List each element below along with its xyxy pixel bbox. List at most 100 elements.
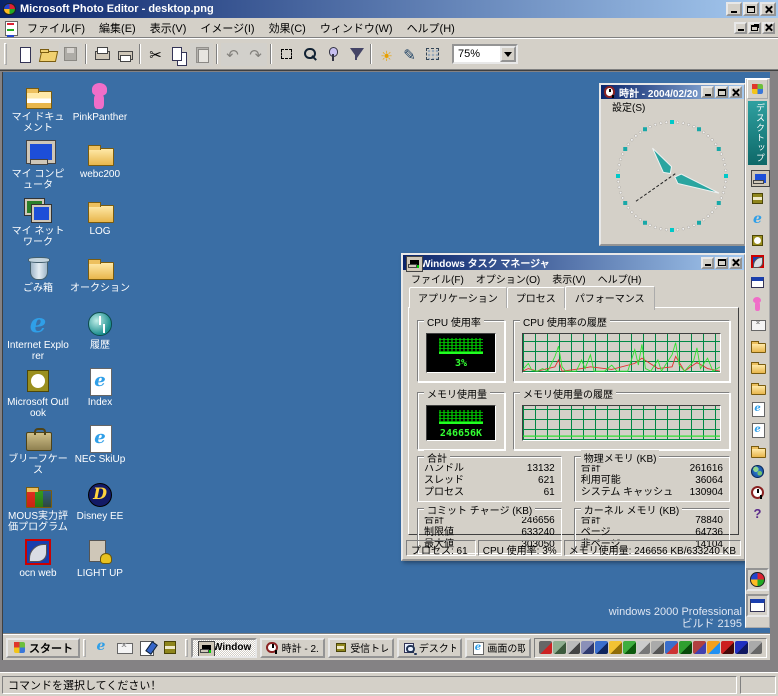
task-button-2[interactable]: 受信トレイ..	[328, 638, 394, 658]
zoom-button[interactable]	[298, 43, 321, 66]
menu-item-1[interactable]: 編集(E)	[92, 18, 143, 38]
scan-button[interactable]	[113, 43, 136, 66]
tm-menu-item-0[interactable]: ファイル(F)	[405, 269, 470, 288]
desktop-toolbar-bottom-pedit[interactable]	[746, 568, 769, 591]
taskbar-separator[interactable]	[185, 639, 188, 657]
tray-n-app-icon[interactable]	[735, 641, 748, 654]
desktop-toolbar-item-inbox[interactable]	[747, 188, 768, 209]
tab-2[interactable]: パフォーマンス	[565, 286, 655, 310]
tray-pc-icon[interactable]	[749, 641, 762, 654]
desktop-icon-history[interactable]: 履歴	[69, 310, 131, 367]
clock-menu-settings[interactable]: 設定(S)	[605, 97, 652, 116]
desktop-icon-iedoc[interactable]: NEC SkiUp	[69, 424, 131, 481]
tray-monitor-icon[interactable]	[693, 641, 706, 654]
mdi-close-button[interactable]	[762, 22, 775, 34]
document-icon[interactable]	[3, 20, 18, 35]
desktop-icon-satellite[interactable]: ocn web	[7, 538, 69, 595]
menu-item-2[interactable]: 表示(V)	[143, 18, 194, 38]
tray-scheduler-icon[interactable]	[637, 641, 650, 654]
balance-button[interactable]	[375, 43, 398, 66]
tray-user-icon[interactable]	[665, 641, 678, 654]
desktop-toolbar-item-satellite[interactable]	[747, 251, 768, 272]
tray-color-app-icon[interactable]	[707, 641, 720, 654]
redo-button[interactable]	[244, 43, 267, 66]
desktop-toolbar-title[interactable]: デスクトップ	[748, 101, 767, 165]
mdi-minimize-button[interactable]	[734, 22, 747, 34]
desktop-icon-recycle[interactable]: ごみ箱	[7, 253, 69, 310]
toolbar-grip[interactable]	[4, 43, 7, 65]
menu-item-6[interactable]: ヘルプ(H)	[400, 18, 462, 38]
task-button-1[interactable]: 時計 - 2..	[260, 638, 326, 658]
tab-0[interactable]: アプリケーション	[409, 287, 507, 308]
desktop-icon-outlook[interactable]: Microsoft Outlook	[7, 367, 69, 424]
smudge-button[interactable]	[321, 43, 344, 66]
desktop-toolbar-item-ie[interactable]	[747, 209, 768, 230]
desktop-icon-docfolder[interactable]: マイ ドキュメント	[7, 82, 69, 139]
tray-red-app-icon[interactable]	[721, 641, 734, 654]
desktop-icon-folder[interactable]: webc200	[69, 139, 131, 196]
cut-button[interactable]	[144, 43, 167, 66]
tm-close-button[interactable]	[729, 257, 742, 269]
print-button[interactable]	[90, 43, 113, 66]
clock-close-button[interactable]	[729, 86, 742, 98]
open-button[interactable]	[36, 43, 59, 66]
mdi-restore-button[interactable]	[748, 22, 761, 34]
menu-item-5[interactable]: ウィンドウ(W)	[313, 18, 400, 38]
effects-button[interactable]	[421, 43, 444, 66]
desktop-toolbar-item-help[interactable]	[747, 503, 768, 524]
menu-item-3[interactable]: イメージ(I)	[193, 18, 261, 38]
photo-editor-app-icon[interactable]	[2, 2, 17, 17]
sharpen-button[interactable]	[344, 43, 367, 66]
tray-atok-icon[interactable]	[609, 641, 622, 654]
task-button-4[interactable]: 画面の取..	[465, 638, 531, 658]
undo-button[interactable]	[221, 43, 244, 66]
clock-minimize-button[interactable]	[701, 86, 714, 98]
tray-modem-icon[interactable]	[539, 641, 552, 654]
desktop-icon-ie[interactable]: Internet Explorer	[7, 310, 69, 367]
desktop-icon-disney[interactable]: Disney EE	[69, 481, 131, 538]
tray-volume-icon[interactable]	[567, 641, 580, 654]
desktop-toolbar-item-mail[interactable]	[747, 314, 768, 335]
tray-antivirus-icon[interactable]	[623, 641, 636, 654]
tray-green-app-icon[interactable]	[679, 641, 692, 654]
desktop-icon-folder[interactable]: オークション	[69, 253, 131, 310]
desktop-image[interactable]: マイ ドキュメントマイ コンピュータマイ ネットワークごみ箱Internet E…	[2, 72, 770, 660]
desktop-toolbar-item-computer[interactable]	[747, 167, 768, 188]
windows-flag-button[interactable]	[747, 79, 768, 99]
quick-launch-mail[interactable]	[114, 638, 134, 657]
desktop-icon-panther[interactable]: PinkPanther	[69, 82, 131, 139]
desktop-toolbar-item-folder[interactable]	[747, 440, 768, 461]
tray-ime-icon[interactable]	[595, 641, 608, 654]
quick-launch-showdesk[interactable]	[137, 638, 157, 657]
close-button[interactable]	[760, 2, 776, 16]
desktop-icon-folder[interactable]: LOG	[69, 196, 131, 253]
maximize-button[interactable]	[743, 2, 759, 16]
clock-maximize-button[interactable]	[715, 86, 728, 98]
desktop-toolbar-item-panther[interactable]	[747, 293, 768, 314]
zoom-dropdown-button[interactable]	[500, 46, 516, 62]
desktop-toolbar-item-window[interactable]	[747, 272, 768, 293]
desktop-icon-network[interactable]: マイ ネットワーク	[7, 196, 69, 253]
pen-button[interactable]	[398, 43, 421, 66]
tm-menu-item-1[interactable]: オプション(O)	[470, 269, 546, 288]
clock-window[interactable]: 時計 - 2004/02/20 設定(S)	[599, 83, 746, 246]
desktop-icon-programfolder[interactable]: MOUS実力評価プログラム	[7, 481, 69, 538]
task-button-3[interactable]: デスクトップ	[397, 638, 463, 658]
copy-button[interactable]	[167, 43, 190, 66]
tab-1[interactable]: プロセス	[507, 287, 565, 308]
desktop-toolbar-bottom-window[interactable]	[746, 594, 769, 617]
quick-launch-ie[interactable]	[91, 638, 111, 657]
desktop-icon-iedoc[interactable]: Index	[69, 367, 131, 424]
tray-audio-device-icon[interactable]	[553, 641, 566, 654]
desktop-toolbar-item-globe[interactable]	[747, 461, 768, 482]
desktop-toolbar-item-folder[interactable]	[747, 356, 768, 377]
paste-button[interactable]	[190, 43, 213, 66]
quick-launch-inbox[interactable]	[160, 638, 180, 657]
menu-item-0[interactable]: ファイル(F)	[20, 18, 92, 38]
desktop-icon-lightup[interactable]: LIGHT UP	[69, 538, 131, 595]
desktop-toolbar-item-iedoc[interactable]	[747, 419, 768, 440]
desktop-icon-computer[interactable]: マイ コンピュータ	[7, 139, 69, 196]
desktop-toolbar-item-clockface[interactable]	[747, 482, 768, 503]
tm-minimize-button[interactable]	[701, 257, 714, 269]
desktop-icon-briefcase[interactable]: ブリーフケース	[7, 424, 69, 481]
